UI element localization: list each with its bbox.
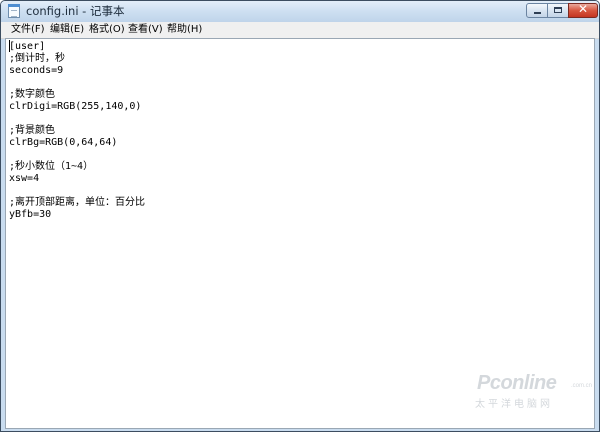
editor-line: seconds=9 bbox=[9, 65, 64, 76]
window-title: config.ini - 记事本 bbox=[26, 4, 125, 18]
editor-line: ;数字颜色 bbox=[9, 89, 56, 100]
editor-line: ;背景颜色 bbox=[9, 125, 56, 136]
menu-view[interactable]: 查看(V) bbox=[128, 23, 163, 37]
menu-format[interactable]: 格式(O) bbox=[89, 23, 125, 37]
editor-line: [user] bbox=[9, 41, 46, 52]
watermark-subtitle: 太平洋电脑网 bbox=[475, 399, 553, 410]
menu-help[interactable]: 帮助(H) bbox=[167, 23, 202, 37]
editor-line: yBfb=30 bbox=[9, 209, 52, 220]
watermark-brand: Pconline bbox=[477, 372, 557, 394]
editor-line: clrDigi=RGB(255,140,0) bbox=[9, 101, 142, 112]
maximize-button[interactable] bbox=[547, 3, 569, 18]
close-icon: ✕ bbox=[577, 2, 589, 16]
title-bar[interactable]: config.ini - 记事本 ✕ bbox=[1, 1, 599, 22]
menu-file[interactable]: 文件(F) bbox=[11, 23, 45, 37]
watermark-domain: .com.cn bbox=[571, 383, 593, 389]
editor-line: xsw=4 bbox=[9, 173, 40, 184]
menu-edit[interactable]: 编辑(E) bbox=[50, 23, 84, 37]
minimize-icon bbox=[534, 12, 541, 14]
notepad-window: config.ini - 记事本 ✕ 文件(F) 编辑(E) 格式(O) 查看(… bbox=[0, 0, 600, 432]
editor-line: clrBg=RGB(0,64,64) bbox=[9, 137, 118, 148]
site-watermark: Pconline .com.cn 太平洋电脑网 bbox=[471, 372, 593, 412]
editor-line: ;倒计时，秒 bbox=[9, 53, 66, 64]
menu-bar: 文件(F) 编辑(E) 格式(O) 查看(V) 帮助(H) bbox=[1, 22, 599, 39]
minimize-button[interactable] bbox=[526, 3, 548, 18]
close-button[interactable]: ✕ bbox=[568, 2, 598, 18]
editor-line: ;离开顶部距离，单位：百分比 bbox=[9, 197, 146, 208]
maximize-icon bbox=[554, 7, 562, 13]
text-editor[interactable]: [user] ;倒计时，秒 seconds=9 ;数字颜色 clrDigi=RG… bbox=[5, 38, 595, 429]
editor-line: ;秒小数位（1~4） bbox=[9, 161, 94, 172]
notepad-icon[interactable] bbox=[8, 4, 20, 18]
